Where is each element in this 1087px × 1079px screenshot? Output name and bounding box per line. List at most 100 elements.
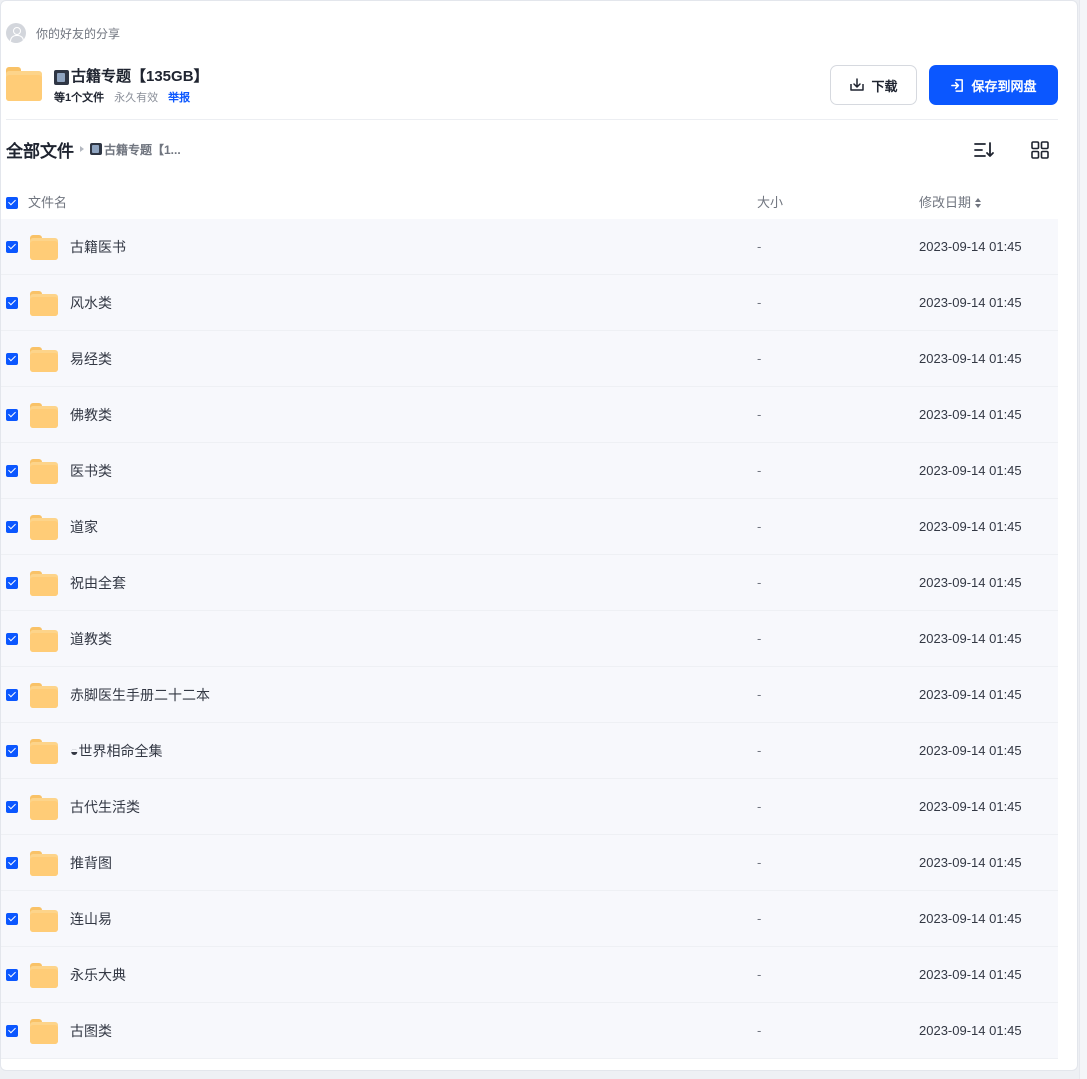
- row-checkbox[interactable]: [6, 521, 18, 533]
- file-name[interactable]: 永乐大典: [70, 947, 126, 1003]
- table-row[interactable]: 连山易 - 2023-09-14 01:45: [1, 891, 1058, 947]
- list-sort-icon[interactable]: [973, 140, 995, 160]
- folder-icon: [30, 515, 58, 540]
- row-checkbox[interactable]: [6, 353, 18, 365]
- file-name[interactable]: 古籍医书: [70, 219, 126, 275]
- file-name[interactable]: 易经类: [70, 331, 112, 387]
- folder-icon: [30, 795, 58, 820]
- header-divider: [6, 119, 1058, 120]
- folder-icon: [30, 1019, 58, 1044]
- folder-icon: [30, 683, 58, 708]
- share-card: 你的好友的分享 古籍专题【135GB】 等1个文件 永久有效 举报 下载 保存到…: [0, 0, 1078, 1071]
- row-checkbox[interactable]: [6, 577, 18, 589]
- table-row[interactable]: 古籍医书 - 2023-09-14 01:45: [1, 219, 1058, 275]
- save-to-drive-button[interactable]: 保存到网盘: [929, 65, 1058, 105]
- file-size: -: [757, 519, 762, 534]
- folder-icon: [30, 907, 58, 932]
- file-name[interactable]: 道教类: [70, 611, 112, 667]
- share-title: 古籍专题【135GB】: [54, 67, 209, 87]
- row-checkbox[interactable]: [6, 633, 18, 645]
- file-size: -: [757, 743, 762, 758]
- file-name[interactable]: 祝由全套: [70, 555, 126, 611]
- report-link[interactable]: 举报: [168, 89, 190, 105]
- file-size: -: [757, 799, 762, 814]
- file-date: 2023-09-14 01:45: [919, 463, 1022, 478]
- file-size: -: [757, 575, 762, 590]
- row-checkbox[interactable]: [6, 801, 18, 813]
- file-size: -: [757, 967, 762, 982]
- user-avatar-icon: [6, 23, 26, 43]
- folder-icon: [30, 459, 58, 484]
- row-checkbox[interactable]: [6, 241, 18, 253]
- file-date: 2023-09-14 01:45: [919, 687, 1022, 702]
- file-date: 2023-09-14 01:45: [919, 855, 1022, 870]
- row-checkbox[interactable]: [6, 745, 18, 757]
- file-date: 2023-09-14 01:45: [919, 519, 1022, 534]
- row-checkbox[interactable]: [6, 969, 18, 981]
- column-name[interactable]: 文件名: [28, 187, 67, 219]
- grid-view-icon[interactable]: [1030, 140, 1050, 160]
- file-size: -: [757, 1023, 762, 1038]
- file-name[interactable]: 医书类: [70, 443, 112, 499]
- table-row[interactable]: 祝由全套 - 2023-09-14 01:45: [1, 555, 1058, 611]
- save-label: 保存到网盘: [971, 78, 1037, 94]
- folder-icon: [30, 963, 58, 988]
- table-row[interactable]: 古代生活类 - 2023-09-14 01:45: [1, 779, 1058, 835]
- sharer-text: 你的好友的分享: [36, 26, 121, 41]
- table-row[interactable]: 医书类 - 2023-09-14 01:45: [1, 443, 1058, 499]
- file-date: 2023-09-14 01:45: [919, 351, 1022, 366]
- table-row[interactable]: ◒世界相命全集 - 2023-09-14 01:45: [1, 723, 1058, 779]
- file-name[interactable]: 佛教类: [70, 387, 112, 443]
- breadcrumb-root[interactable]: 全部文件: [6, 137, 74, 162]
- table-row[interactable]: 易经类 - 2023-09-14 01:45: [1, 331, 1058, 387]
- file-date: 2023-09-14 01:45: [919, 407, 1022, 422]
- file-date: 2023-09-14 01:45: [919, 911, 1022, 926]
- download-icon: [850, 78, 865, 91]
- table-row[interactable]: 道教类 - 2023-09-14 01:45: [1, 611, 1058, 667]
- scrollbar[interactable]: [1079, 0, 1087, 1079]
- breadcrumb-separator-icon: [80, 146, 84, 152]
- table-row[interactable]: 古图类 - 2023-09-14 01:45: [1, 1003, 1058, 1059]
- table-row[interactable]: 风水类 - 2023-09-14 01:45: [1, 275, 1058, 331]
- column-date-label: 修改日期: [919, 195, 972, 210]
- file-name[interactable]: 推背图: [70, 835, 112, 891]
- file-date: 2023-09-14 01:45: [919, 743, 1022, 758]
- row-checkbox[interactable]: [6, 409, 18, 421]
- file-size: -: [757, 631, 762, 646]
- sharer-info: 你的好友的分享: [6, 23, 120, 43]
- file-size: -: [757, 463, 762, 478]
- breadcrumb-current: 古籍专题【1...: [90, 141, 181, 158]
- table-row[interactable]: 永乐大典 - 2023-09-14 01:45: [1, 947, 1058, 1003]
- file-size: -: [757, 351, 762, 366]
- row-checkbox[interactable]: [6, 297, 18, 309]
- file-name[interactable]: 道家: [70, 499, 98, 555]
- file-name[interactable]: 古图类: [70, 1003, 112, 1059]
- file-date: 2023-09-14 01:45: [919, 1023, 1022, 1038]
- column-date[interactable]: 修改日期: [919, 187, 982, 219]
- row-checkbox[interactable]: [6, 857, 18, 869]
- column-size[interactable]: 大小: [757, 187, 783, 219]
- row-checkbox[interactable]: [6, 689, 18, 701]
- table-row[interactable]: 赤脚医生手册二十二本 - 2023-09-14 01:45: [1, 667, 1058, 723]
- folder-icon: [30, 571, 58, 596]
- row-checkbox[interactable]: [6, 913, 18, 925]
- table-row[interactable]: 推背图 - 2023-09-14 01:45: [1, 835, 1058, 891]
- download-button[interactable]: 下载: [830, 65, 917, 105]
- table-row[interactable]: 佛教类 - 2023-09-14 01:45: [1, 387, 1058, 443]
- file-name[interactable]: 古代生活类: [70, 779, 140, 835]
- select-all-checkbox[interactable]: [6, 197, 18, 209]
- sort-icon[interactable]: [975, 198, 982, 208]
- share-title-text: 古籍专题【135GB】: [71, 68, 209, 85]
- file-date: 2023-09-14 01:45: [919, 239, 1022, 254]
- table-row[interactable]: 道家 - 2023-09-14 01:45: [1, 499, 1058, 555]
- row-checkbox[interactable]: [6, 1025, 18, 1037]
- file-date: 2023-09-14 01:45: [919, 575, 1022, 590]
- file-name[interactable]: 赤脚医生手册二十二本: [70, 667, 210, 723]
- file-name[interactable]: 风水类: [70, 275, 112, 331]
- file-name[interactable]: ◒世界相命全集: [70, 723, 162, 779]
- file-name[interactable]: 连山易: [70, 891, 112, 947]
- share-header: 古籍专题【135GB】 等1个文件 永久有效 举报: [6, 67, 209, 105]
- book-icon: [90, 143, 102, 155]
- file-date: 2023-09-14 01:45: [919, 967, 1022, 982]
- row-checkbox[interactable]: [6, 465, 18, 477]
